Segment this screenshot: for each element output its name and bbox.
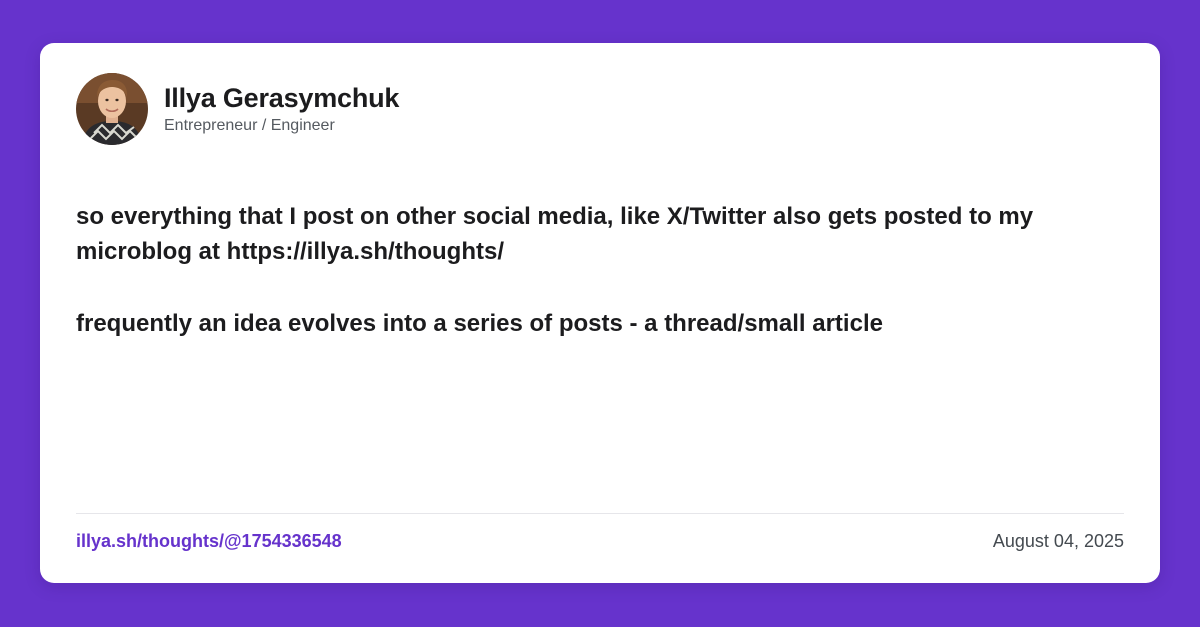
author-name[interactable]: Illya Gerasymchuk	[164, 82, 399, 114]
author-title: Entrepreneur / Engineer	[164, 117, 335, 134]
permalink[interactable]: illya.sh/thoughts/@1754336548	[76, 530, 342, 552]
post-card: Illya Gerasymchuk Entrepreneur / Enginee…	[40, 43, 1160, 583]
post-paragraph: frequently an idea evolves into a series…	[76, 310, 883, 337]
author-info: Illya Gerasymchuk Entrepreneur / Enginee…	[164, 82, 399, 136]
avatar-image	[76, 73, 148, 145]
avatar[interactable]	[76, 73, 148, 145]
post-date: August 04, 2025	[992, 531, 1124, 551]
post-body: so everything that I post on other socia…	[76, 199, 1116, 341]
footer-divider	[76, 513, 1124, 514]
post-paragraph: so everything that I post on other socia…	[76, 203, 1034, 265]
post-header: Illya Gerasymchuk Entrepreneur / Enginee…	[76, 73, 399, 145]
